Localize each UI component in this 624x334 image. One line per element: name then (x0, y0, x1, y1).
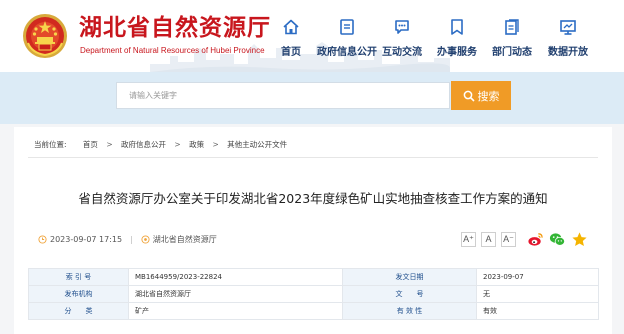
wechat-icon[interactable] (549, 231, 566, 248)
meta-separator: | (130, 235, 133, 244)
search-icon (463, 90, 475, 102)
breadcrumb-link-other-files[interactable]: 其他主动公开文件 (227, 140, 287, 149)
issue-date-value: 2023-09-07 (476, 268, 599, 286)
weibo-icon[interactable] (527, 231, 544, 248)
site-subtitle: Department of Natural Resources of Hubei… (80, 46, 265, 55)
search-input[interactable] (116, 82, 450, 109)
index-number-label: 索 引 号 (28, 268, 129, 286)
table-row: 发布机构 湖北省自然资源厅 文 号 无 (28, 285, 599, 303)
site-title: 湖北省自然资源厅 (79, 15, 271, 41)
site-header: 湖北省自然资源厅 Department of Natural Resources… (0, 0, 624, 72)
category-label: 分 类 (28, 302, 129, 320)
article-datetime: 2023-09-07 17:15 (50, 235, 123, 244)
validity-label: 有 效 性 (342, 302, 477, 320)
issue-date-label: 发文日期 (342, 268, 477, 286)
document-number-label: 文 号 (342, 285, 477, 303)
divider (28, 157, 598, 158)
validity-value: 有效 (476, 302, 599, 320)
favorite-star-icon[interactable] (571, 231, 588, 248)
clock-icon (38, 235, 47, 244)
breadcrumb-prefix: 当前位置: (34, 140, 67, 149)
document-info-table: 索 引 号 MB1644959/2023-22824 发文日期 2023-09-… (28, 268, 599, 320)
breadcrumb-separator: > (212, 140, 219, 149)
breadcrumb-link-home[interactable]: 首页 (83, 140, 98, 149)
nav-item-open-data[interactable]: 数据开放 (534, 18, 602, 62)
chat-icon (395, 20, 409, 34)
monitor-icon (560, 20, 576, 35)
article-source: 湖北省自然资源厅 (152, 235, 217, 244)
search-button[interactable]: 搜索 (451, 81, 511, 110)
national-emblem-icon (23, 14, 67, 58)
news-icon (505, 19, 519, 35)
font-size-increase-button[interactable]: A⁺ (461, 232, 476, 247)
article-title: 省自然资源厅办公室关于印发湖北省2023年度绿色矿山实地抽查核查工作方案的通知 (78, 191, 548, 206)
breadcrumb-link-policy[interactable]: 政策 (189, 140, 204, 149)
breadcrumb-link-government-info[interactable]: 政府信息公开 (121, 140, 166, 149)
document-number-value: 无 (476, 285, 599, 303)
font-size-default-button[interactable]: A (481, 232, 496, 247)
table-row: 分 类 矿产 有 效 性 有效 (28, 302, 599, 320)
font-size-decrease-button[interactable]: A⁻ (501, 232, 516, 247)
nav-label: 数据开放 (548, 47, 588, 58)
home-icon (283, 19, 299, 35)
bookmark-icon (451, 19, 463, 35)
publisher-value: 湖北省自然资源厅 (128, 285, 343, 303)
source-icon (141, 235, 150, 244)
publisher-label: 发布机构 (28, 285, 129, 303)
breadcrumb-separator: > (174, 140, 181, 149)
document-icon (340, 19, 354, 35)
table-row: 索 引 号 MB1644959/2023-22824 发文日期 2023-09-… (28, 268, 599, 286)
index-number-value: MB1644959/2023-22824 (128, 268, 343, 286)
search-button-label: 搜索 (477, 89, 500, 103)
breadcrumb: 当前位置: 首页 > 政府信息公开 > 政策 > 其他主动公开文件 (34, 139, 287, 150)
breadcrumb-separator: > (106, 140, 113, 149)
category-value: 矿产 (128, 302, 343, 320)
article-meta: 2023-09-07 17:15 | 湖北省自然资源厅 (38, 234, 217, 245)
